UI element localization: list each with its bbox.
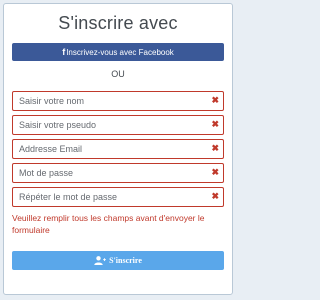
name-input[interactable] bbox=[13, 92, 203, 110]
password-field-wrapper: ✖ bbox=[12, 163, 224, 183]
close-icon[interactable]: ✖ bbox=[211, 143, 219, 154]
error-message: Veuillez remplir tous les champs avant d… bbox=[12, 213, 205, 235]
pseudo-input[interactable] bbox=[13, 116, 203, 134]
or-divider: OU bbox=[111, 69, 125, 79]
signup-button-label: S'inscrire bbox=[109, 256, 142, 265]
email-input[interactable] bbox=[13, 140, 203, 158]
facebook-signup-button[interactable]: f Inscrivez-vous avec Facebook bbox=[12, 43, 224, 61]
signup-button[interactable]: S'inscrire bbox=[12, 251, 224, 270]
pseudo-field-wrapper: ✖ bbox=[12, 115, 224, 135]
close-icon[interactable]: ✖ bbox=[211, 167, 219, 178]
facebook-icon: f bbox=[62, 47, 66, 57]
user-plus-icon bbox=[94, 256, 107, 265]
close-icon[interactable]: ✖ bbox=[211, 95, 219, 106]
repeat-password-input[interactable] bbox=[13, 188, 203, 206]
close-icon[interactable]: ✖ bbox=[211, 119, 219, 130]
repeat-password-field-wrapper: ✖ bbox=[12, 187, 224, 207]
page-title: S'inscrire avec bbox=[58, 13, 178, 33]
close-icon[interactable]: ✖ bbox=[211, 191, 219, 202]
facebook-signup-label: Inscrivez-vous avec Facebook bbox=[66, 47, 174, 57]
password-input[interactable] bbox=[13, 164, 203, 182]
signup-card: S'inscrire avec f Inscrivez-vous avec Fa… bbox=[3, 3, 233, 295]
name-field-wrapper: ✖ bbox=[12, 91, 224, 111]
email-field-wrapper: ✖ bbox=[12, 139, 224, 159]
